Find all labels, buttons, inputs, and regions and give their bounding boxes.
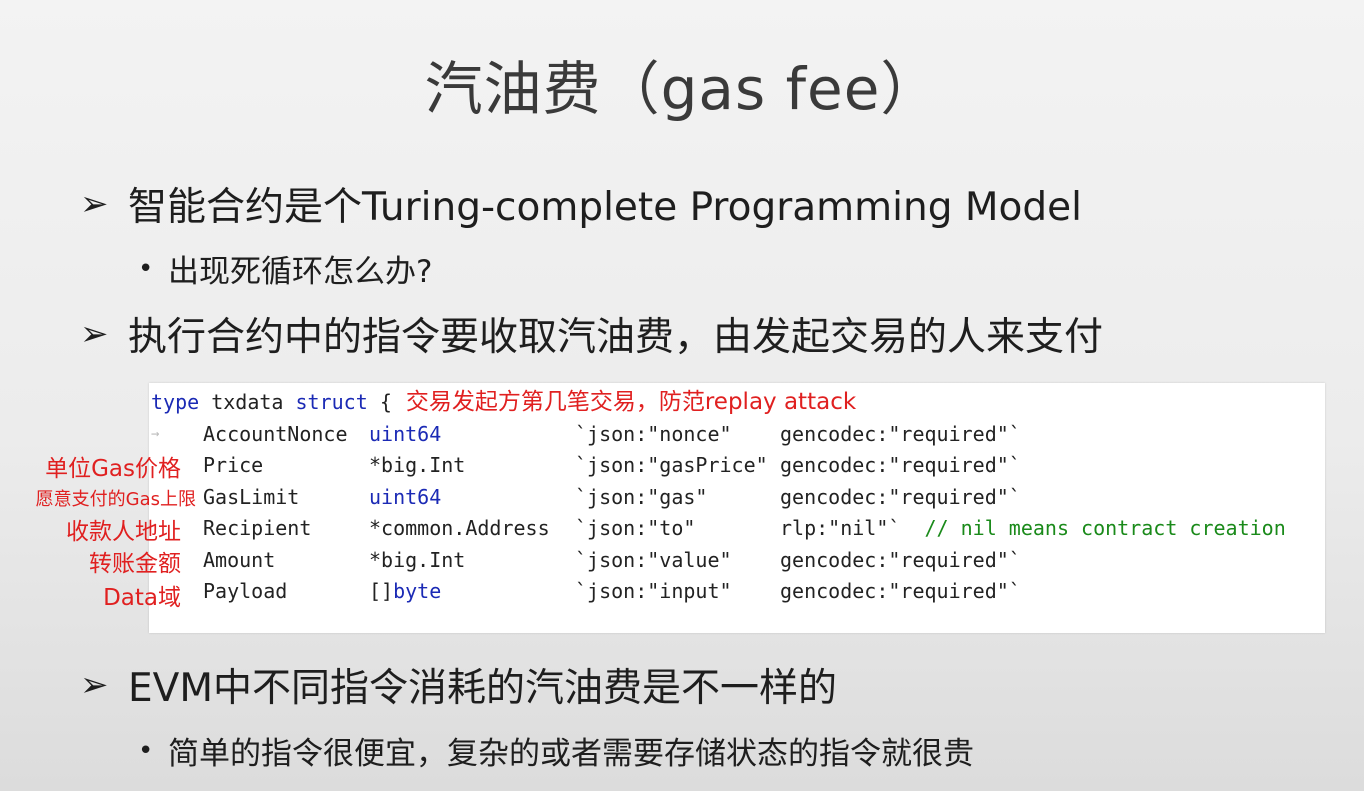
field-extra-tag: gencodec:"required"` [780,421,1021,446]
bullet-text: 智能合约是个Turing-complete Programming Model [128,185,1082,230]
field-json-tag: `json:"to" [575,516,696,540]
code-keyword-struct: struct [295,390,368,414]
subbullet-text: 出现死循环怎么办? [168,254,433,290]
subbullet-infinite-loop: • 出现死循环怎么办? [138,246,432,291]
code-struct-name: txdata [211,390,284,414]
field-extra-tag: gencodec:"required"` [780,579,1021,603]
code-open-brace: { [379,390,392,414]
field-name: AccountNonce [203,421,348,446]
field-type-prefix: [] [369,579,394,603]
field-extra-tag: rlp:"nil"` [780,516,901,540]
code-field-row: → AccountNonce uint64 `json:"nonce" genc… [149,419,1286,451]
label-gas-price: 单位Gas价格 [45,456,181,482]
label-gas-limit: 愿意支付的Gas上限 [35,489,196,510]
dot-bullet-icon: • [138,253,154,284]
label-data-field: Data域 [103,585,181,611]
bullet-turing-complete: ➢ 智能合约是个Turing-complete Programming Mode… [80,176,1082,232]
field-comment: // nil means contract creation [924,516,1286,540]
arrow-bullet-icon: ➢ [80,314,109,354]
field-extra-tag: gencodec:"required"` [780,547,1021,572]
label-recipient: 收款人地址 [66,519,181,545]
field-type: byte [393,579,442,603]
field-name: GasLimit [203,484,300,509]
field-type: *big.Int [369,547,466,572]
field-json-tag: `json:"gas" [575,484,708,509]
code-field-row: Payload []byte `json:"input" gencodec:"r… [149,576,1286,608]
code-field-row: Price *big.Int `json:"gasPrice" gencodec… [149,450,1286,482]
code-field-row: GasLimit uint64 `json:"gas" gencodec:"re… [149,482,1286,514]
dot-bullet-icon: • [138,735,154,766]
bullet-evm-cost: ➢ EVM中不同指令消耗的汽油费是不一样的 [80,657,837,713]
code-snippet: type txdata struct { 交易发起方第几笔交易，防范replay… [149,383,1325,633]
field-name: Amount [203,547,276,572]
slide-title: 汽油费（gas fee） [424,55,940,123]
subbullet-text: 简单的指令很便宜，复杂的或者需要存储状态的指令就很贵 [168,736,974,772]
code-field-row: Amount *big.Int `json:"value" gencodec:"… [149,545,1286,577]
label-amount: 转账金额 [89,551,181,577]
code-header-line: type txdata struct { 交易发起方第几笔交易，防范replay… [149,387,1286,419]
tab-arrow-icon: → [151,425,160,442]
code-field-row: Recipient *common.Address `json:"to" rlp… [149,513,1286,545]
bullet-text: EVM中不同指令消耗的汽油费是不一样的 [128,666,837,711]
field-name: Recipient [203,516,312,540]
arrow-bullet-icon: ➢ [80,665,109,705]
field-name: Price [203,453,264,477]
field-json-tag: `json:"nonce" [575,421,732,446]
bullet-gas-charge: ➢ 执行合约中的指令要收取汽油费，由发起交易的人来支付 [80,306,1103,362]
nonce-annotation: 交易发起方第几笔交易，防范replay attack [405,389,857,415]
field-name: Payload [203,579,288,603]
code-keyword-type: type [151,390,200,414]
field-extra-tag: gencodec:"required"` [780,453,1021,477]
field-json-tag: `json:"gasPrice" [575,453,768,477]
field-json-tag: `json:"value" [575,547,732,572]
subbullet-instruction-cost: • 简单的指令很便宜，复杂的或者需要存储状态的指令就很贵 [138,728,974,773]
field-type: uint64 [369,484,442,509]
field-json-tag: `json:"input" [575,579,732,603]
field-extra-tag: gencodec:"required"` [780,484,1021,509]
field-type: *common.Address [369,516,550,540]
field-type: uint64 [369,421,442,446]
bullet-text: 执行合约中的指令要收取汽油费，由发起交易的人来支付 [128,315,1104,360]
arrow-bullet-icon: ➢ [80,184,109,224]
field-type: *big.Int [369,453,466,477]
